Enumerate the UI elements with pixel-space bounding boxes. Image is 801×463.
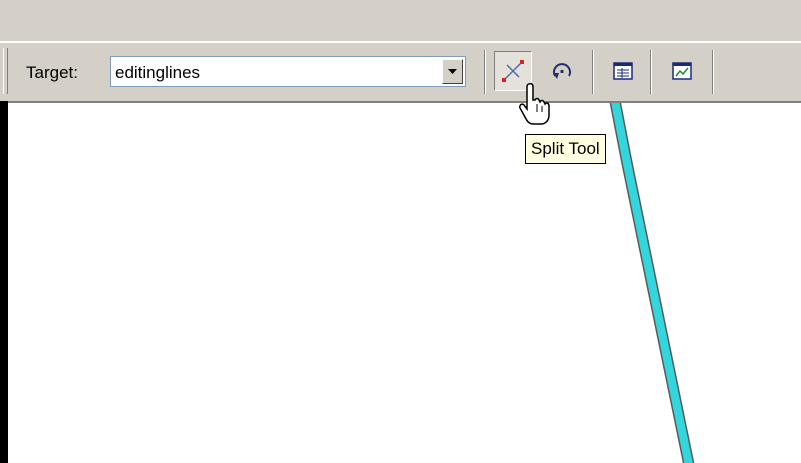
rotate-icon — [553, 63, 571, 79]
attributes-button[interactable] — [604, 51, 642, 91]
toolbar-separator — [592, 50, 594, 94]
map-frame-border — [0, 101, 8, 463]
target-layer-value: editinglines — [115, 63, 201, 82]
line-feature[interactable] — [609, 103, 695, 463]
sketch-properties-button[interactable] — [663, 51, 701, 91]
target-label: Target: — [26, 63, 78, 82]
editor-toolbar: Target: editinglines — [0, 43, 801, 103]
toolbar-separator — [650, 50, 652, 94]
split-line-icon — [502, 60, 524, 82]
dropdown-button[interactable] — [442, 59, 463, 84]
hand-pointer-icon — [519, 82, 550, 125]
sketch-properties-icon — [672, 62, 692, 80]
split-tool-tooltip: Split Tool — [525, 134, 606, 164]
attributes-table-icon — [613, 62, 633, 80]
map-features — [609, 103, 695, 463]
toolbar-separator — [484, 50, 486, 94]
target-layer-dropdown[interactable]: editinglines — [110, 56, 466, 87]
toolbar-grip[interactable] — [3, 48, 8, 94]
toolbar-separator — [712, 50, 714, 94]
chevron-down-icon — [448, 68, 457, 74]
map-canvas[interactable] — [8, 103, 801, 463]
window-title-area — [0, 0, 801, 41]
